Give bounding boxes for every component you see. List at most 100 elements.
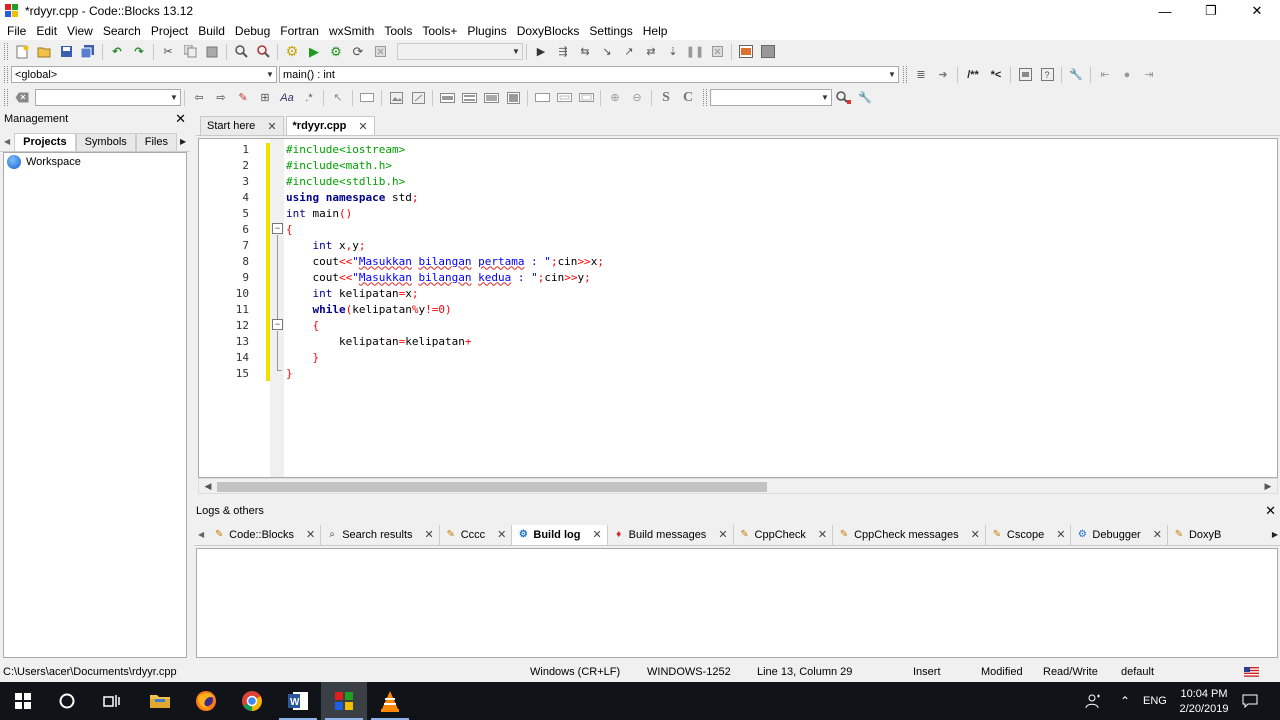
stop-debug-icon[interactable] [707,43,727,61]
scope-select[interactable]: <global> ▼ [11,66,277,83]
symbol-s-icon[interactable]: S [656,89,676,107]
pause-icon[interactable]: ❚❚ [685,43,705,61]
clock[interactable]: 10:04 PM 2/20/2019 [1176,682,1232,720]
build-gear-icon[interactable]: ⚙ [282,43,302,61]
match-case-icon[interactable]: Aa [277,89,297,107]
close-icon[interactable]: ✕ [425,528,434,541]
tab-cccc[interactable]: ✎ Cccc ✕ [440,524,513,545]
regex-icon[interactable]: .* [299,89,319,107]
close-icon[interactable]: ✕ [1265,503,1276,519]
menu-debug[interactable]: Debug [230,22,275,40]
menu-settings[interactable]: Settings [584,22,637,40]
wrench-icon[interactable]: 🔧 [1066,66,1086,84]
close-icon[interactable]: ✕ [306,528,315,541]
comment-block-button[interactable]: /** [962,66,984,84]
wx-grid-icon[interactable] [481,89,501,107]
restore-button[interactable]: ❐ [1188,0,1234,22]
tab-cscope[interactable]: ✎ Cscope ✕ [986,524,1072,545]
wx-image-icon[interactable] [386,89,406,107]
menu-tools[interactable]: Tools [379,22,417,40]
menu-search[interactable]: Search [98,22,146,40]
task-view-button[interactable] [89,682,135,720]
step-instruction-icon[interactable]: ⇣ [663,43,683,61]
close-icon[interactable]: ✕ [175,111,186,127]
copy-icon[interactable] [180,43,200,61]
menu-view[interactable]: View [62,22,98,40]
comment-line-button[interactable]: *< [986,66,1006,84]
function-select[interactable]: main() : int ▼ [279,66,899,83]
next-instruction-icon[interactable]: ⇄ [641,43,661,61]
symbol-c-icon[interactable]: C [678,89,698,107]
jump-icon[interactable]: ➜ [933,66,953,84]
doxy-help-icon[interactable]: ? [1037,66,1057,84]
undo-icon[interactable]: ↶ [107,43,127,61]
pointer-icon[interactable]: ↖ [328,89,348,107]
paste-icon[interactable] [202,43,222,61]
toolbar-grip[interactable] [903,66,907,83]
file-explorer-taskbar-icon[interactable] [137,682,183,720]
minimize-button[interactable]: — [1142,0,1188,22]
tab-cppcheck-messages[interactable]: ✎ CppCheck messages ✕ [833,524,986,545]
open-folder-icon[interactable] [34,43,54,61]
run-to-cursor-icon[interactable]: ⇶ [553,43,573,61]
tab-build-log[interactable]: ⚙ Build log ✕ [512,524,608,545]
doxy-wizard-icon[interactable] [1015,66,1035,84]
menu-project[interactable]: Project [146,22,193,40]
tab-scroll-left-icon[interactable]: ◀ [0,137,14,146]
vlc-taskbar-icon[interactable] [367,682,413,720]
wx-expand-icon[interactable] [576,89,596,107]
run-icon[interactable]: ▶ [304,43,324,61]
horizontal-scrollbar[interactable]: ◀ ▶ [198,478,1278,494]
build-target-select[interactable]: ▼ [397,43,523,60]
tab-start-here[interactable]: Start here ✕ [200,116,284,135]
build-log-output[interactable] [196,548,1278,658]
selection-icon[interactable]: ⊞ [255,89,275,107]
highlight-icon[interactable]: ✎ [233,89,253,107]
close-icon[interactable]: ✕ [971,528,980,541]
chrome-taskbar-icon[interactable] [229,682,275,720]
word-taskbar-icon[interactable]: W [275,682,321,720]
scroll-thumb[interactable] [217,482,767,492]
scroll-right-icon[interactable]: ▶ [1261,479,1275,493]
debug-windows-icon[interactable] [736,43,756,61]
firefox-taskbar-icon[interactable] [183,682,229,720]
tab-codeblocks-log[interactable]: ✎ Code::Blocks ✕ [208,524,322,545]
menu-build[interactable]: Build [193,22,230,40]
tab-files[interactable]: Files [135,132,177,151]
close-icon[interactable]: ✕ [1153,528,1162,541]
menu-doxyblocks[interactable]: DoxyBlocks [512,22,585,40]
close-icon[interactable]: ✕ [497,528,506,541]
tab-doxyblocks[interactable]: ✎ DoxyB [1168,525,1226,545]
workspace-node[interactable]: Workspace [4,153,186,171]
menu-fortran[interactable]: Fortran [275,22,324,40]
tab-projects[interactable]: Projects [14,132,76,151]
tab-cppcheck[interactable]: ✎ CppCheck ✕ [734,524,834,545]
close-icon[interactable]: ✕ [818,528,827,541]
zoom-out-icon[interactable]: ⊖ [627,89,647,107]
close-icon[interactable]: ✕ [358,120,367,133]
menu-tools-plus[interactable]: Tools+ [417,22,462,40]
menu-plugins[interactable]: Plugins [462,22,511,40]
codeblocks-taskbar-icon[interactable] [321,682,367,720]
tab-symbols[interactable]: Symbols [75,132,136,151]
notifications-icon[interactable] [1242,682,1258,720]
build-and-run-icon[interactable]: ⚙ [326,43,346,61]
close-window-button[interactable]: ✕ [1234,0,1280,22]
tab-scroll-right-icon[interactable]: ▶ [177,137,189,146]
tab-scroll-left-icon[interactable]: ◀ [194,530,208,539]
wx-panel-icon[interactable] [503,89,523,107]
tab-rdyyr-cpp[interactable]: *rdyyr.cpp ✕ [285,116,375,135]
wx-border-icon[interactable] [554,89,574,107]
cut-icon[interactable]: ✂ [158,43,178,61]
close-icon[interactable]: ✕ [1056,528,1065,541]
tab-build-messages[interactable]: ♦ Build messages ✕ [608,524,734,545]
language-indicator[interactable]: ENG [1143,682,1167,720]
wx-sizer-h-icon[interactable] [437,89,457,107]
tab-scroll-right-icon[interactable]: ▶ [1270,530,1280,539]
step-into-icon[interactable]: ↘ [597,43,617,61]
symbol-settings-icon[interactable]: 🔧 [855,89,875,107]
new-file-icon[interactable] [12,43,32,61]
symbol-find-icon[interactable] [833,89,853,107]
wx-bitmap-icon[interactable] [408,89,428,107]
start-button[interactable] [0,682,46,720]
